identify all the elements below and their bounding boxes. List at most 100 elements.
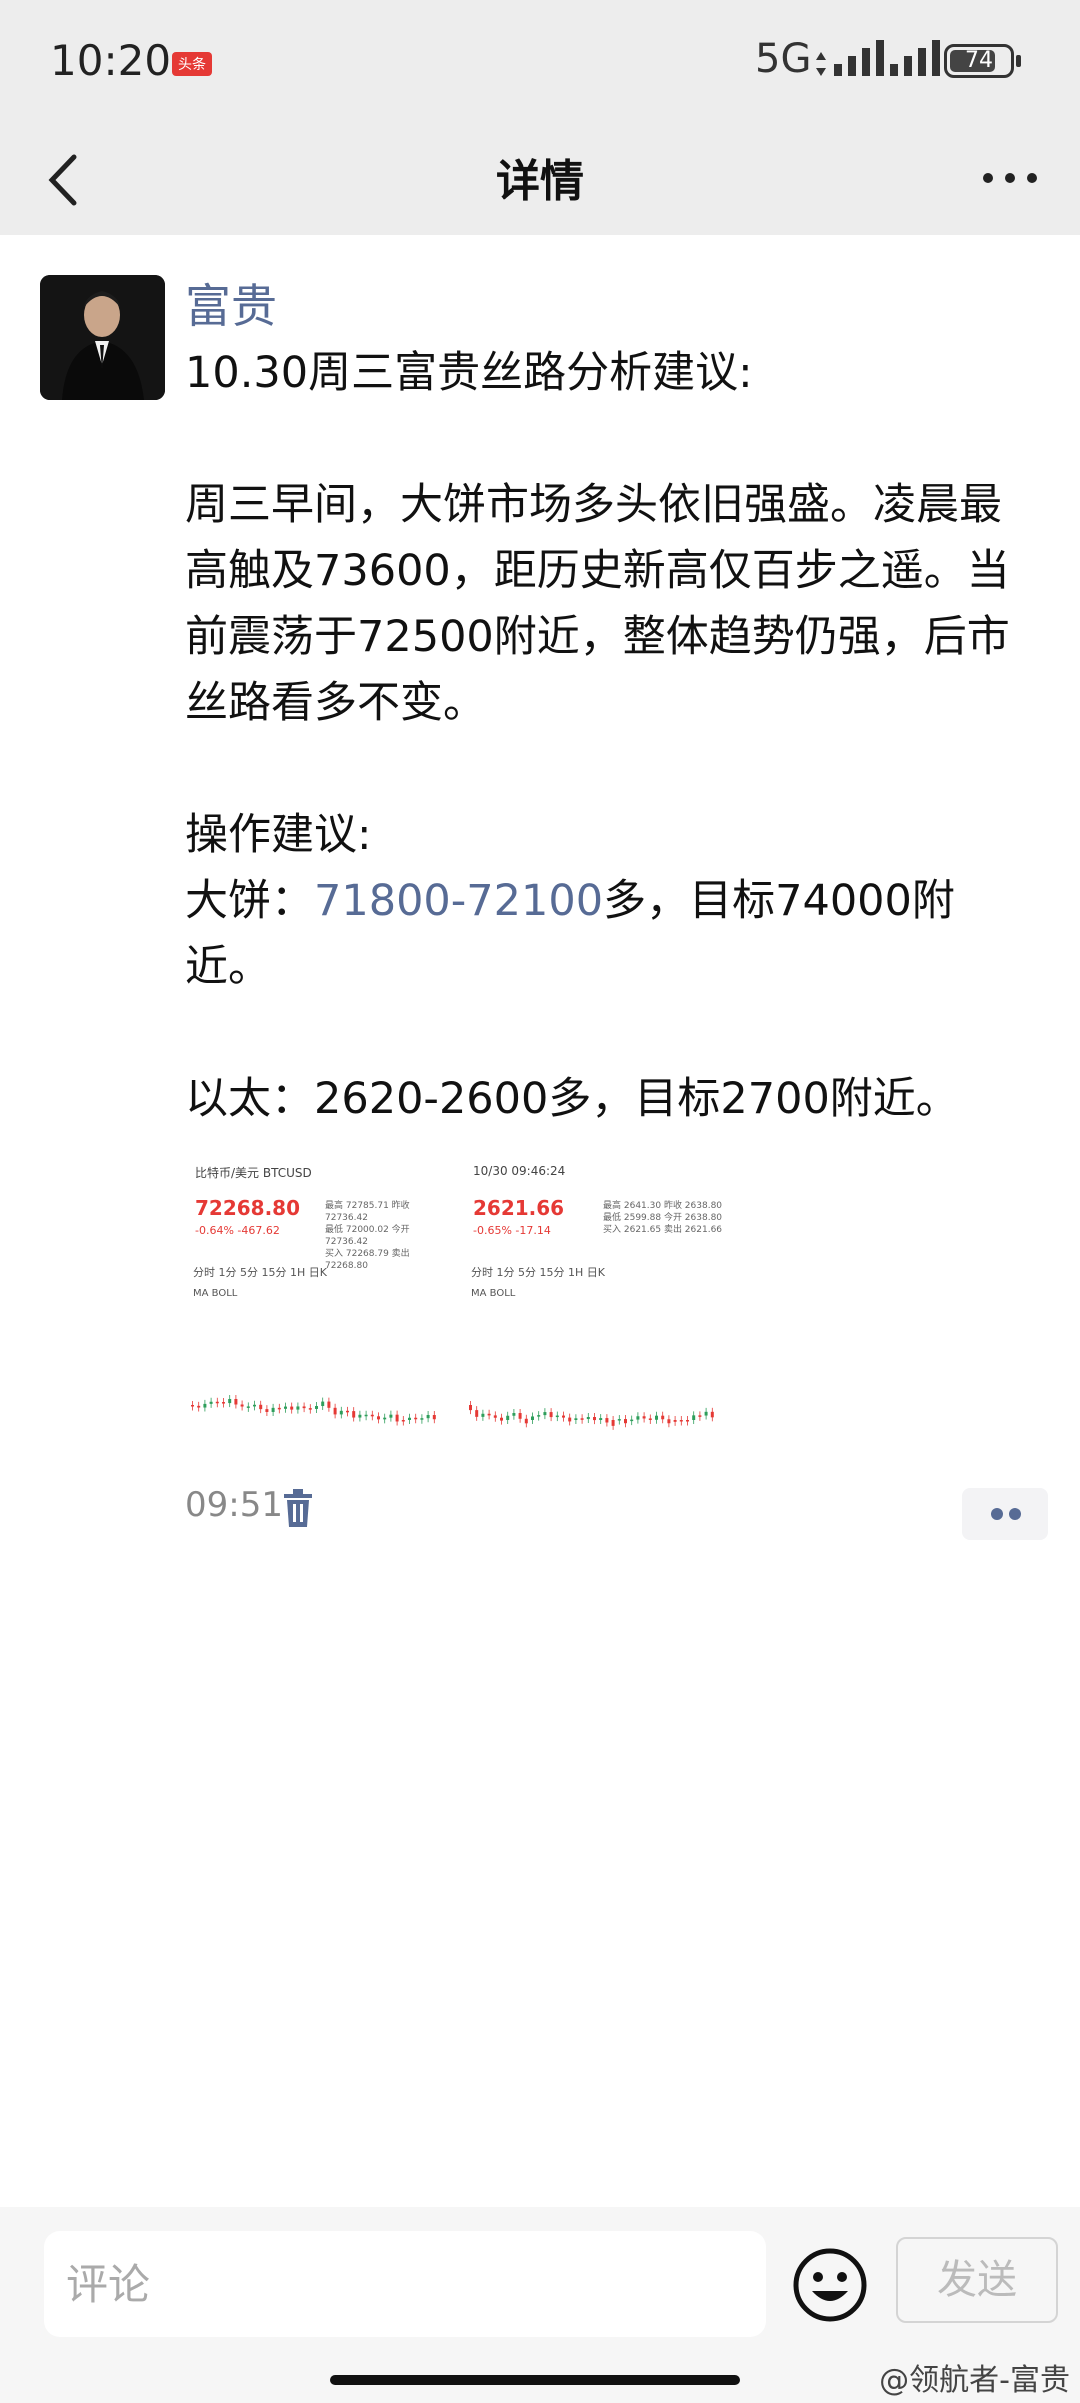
btc-range-link[interactable]: 71800-72100: [314, 876, 603, 926]
candle: [315, 1406, 318, 1409]
candle: [290, 1406, 294, 1410]
candle: [667, 1419, 671, 1424]
candle: [401, 1420, 405, 1422]
candle: [487, 1413, 491, 1416]
candle: [395, 1414, 399, 1422]
btc-advice: 大饼：71800-72100多，目标74000附近。: [185, 876, 955, 992]
image-tabs: 分时 1分 5分 15分 1H 日K: [193, 1266, 327, 1279]
candle: [506, 1415, 510, 1420]
candle: [469, 1405, 472, 1411]
image-stats: 最高 2641.30 昨收 2638.80 最低 2599.88 今开 2638.…: [603, 1201, 723, 1235]
candle: [339, 1410, 343, 1415]
candle: [593, 1417, 596, 1421]
candle: [209, 1401, 213, 1404]
candle: [377, 1416, 380, 1420]
candle: [259, 1404, 263, 1410]
candle: [284, 1406, 287, 1409]
post-body: 10.30周三富贵丝路分析建议: 周三早间，大饼市场多头依旧强盛。凌晨最高触及7…: [185, 340, 1025, 1132]
nav-bar: 详情: [0, 125, 1080, 235]
candle: [611, 1420, 615, 1426]
trash-icon[interactable]: [280, 1488, 316, 1528]
eth-candles: [469, 1401, 714, 1430]
candle: [648, 1418, 652, 1420]
btc-chart-image[interactable]: 比特币/美元 BTCUSD 72268.80 -0.64% -467.62 最高…: [185, 1160, 453, 1438]
candle: [710, 1411, 714, 1418]
image-change: -0.64% -467.62: [195, 1224, 280, 1237]
network-type: 5G: [755, 36, 812, 82]
bottom-comment-bar: 发送 @领航者-富贵: [0, 2207, 1080, 2403]
battery-level: 74: [965, 48, 993, 73]
candle: [408, 1417, 411, 1420]
candle: [327, 1401, 331, 1408]
candle: [704, 1411, 708, 1416]
candle: [346, 1410, 349, 1413]
candle: [679, 1420, 683, 1422]
candle: [420, 1418, 424, 1420]
eth-advice: 以太：2620-2600多，目标2700附近。: [185, 1074, 959, 1124]
candle: [543, 1412, 547, 1416]
battery-icon: 74: [944, 44, 1014, 78]
candle: [333, 1407, 337, 1415]
candle: [358, 1414, 362, 1418]
candle: [383, 1417, 387, 1420]
candle: [265, 1409, 269, 1412]
post-paragraph: 周三早间，大饼市场多头依旧强盛。凌晨最高触及73600，距历史新高仅百步之遥。当…: [185, 480, 1010, 728]
candle: [240, 1404, 244, 1407]
candle: [692, 1415, 696, 1420]
candle: [321, 1401, 325, 1407]
candle: [234, 1398, 238, 1405]
comment-input[interactable]: [44, 2231, 766, 2337]
emoji-icon[interactable]: [792, 2247, 868, 2323]
author-name[interactable]: 富贵: [185, 270, 277, 336]
home-indicator: [330, 2375, 740, 2385]
two-dots-icon: [991, 1508, 1021, 1520]
top-bar: 10:20 头条 5G 74 详情: [0, 0, 1080, 235]
candle: [630, 1419, 634, 1422]
signal-icon: [834, 40, 884, 76]
candle: [686, 1420, 689, 1422]
candle: [246, 1406, 250, 1408]
more-options-icon[interactable]: [980, 163, 1040, 193]
battery-tip: [1016, 55, 1021, 67]
image-price: 72268.80: [195, 1196, 301, 1220]
watermark: @领航者-富贵: [879, 2363, 1070, 2398]
candle: [296, 1406, 300, 1410]
image-title: 比特币/美元 BTCUSD: [195, 1166, 312, 1180]
send-button[interactable]: 发送: [896, 2237, 1058, 2323]
image-stats: 最高 72785.71 昨收 72736.42 最低 72000.02 今开 72…: [325, 1201, 410, 1271]
candle: [222, 1402, 225, 1404]
candle: [191, 1405, 194, 1407]
image-title: 10/30 09:46:24: [473, 1164, 566, 1178]
status-bar: 10:20 头条 5G 74: [0, 0, 1080, 125]
candle: [475, 1410, 479, 1417]
eth-chart-image[interactable]: 10/30 09:46:24 2621.66 -0.65% -17.14 最高 …: [463, 1160, 731, 1438]
avatar-image: [40, 275, 165, 400]
image-ma: MA BOLL: [193, 1288, 238, 1299]
candle: [500, 1417, 503, 1421]
post-title-line: 10.30周三富贵丝路分析建议:: [185, 348, 753, 398]
candle: [531, 1416, 534, 1420]
candle: [518, 1413, 522, 1419]
candle: [586, 1417, 590, 1420]
image-ma: MA BOLL: [471, 1288, 516, 1299]
candle: [574, 1418, 578, 1420]
image-change: -0.65% -17.14: [473, 1224, 551, 1237]
status-time: 10:20: [50, 36, 172, 85]
candle: [537, 1415, 541, 1417]
candle: [549, 1412, 553, 1418]
notification-badge: 头条: [172, 52, 212, 76]
avatar[interactable]: [40, 275, 165, 400]
btc-candles: [191, 1394, 436, 1426]
candle: [271, 1407, 275, 1412]
candle: [512, 1413, 516, 1416]
image-price: 2621.66: [473, 1196, 565, 1220]
candle: [389, 1414, 393, 1418]
candle: [352, 1411, 356, 1418]
candle: [642, 1416, 646, 1419]
candle: [568, 1417, 572, 1422]
comment-like-button[interactable]: [962, 1488, 1048, 1540]
candle: [414, 1417, 418, 1420]
ops-title: 操作建议:: [185, 810, 372, 860]
page-title: 详情: [496, 156, 584, 207]
candle: [370, 1414, 374, 1417]
